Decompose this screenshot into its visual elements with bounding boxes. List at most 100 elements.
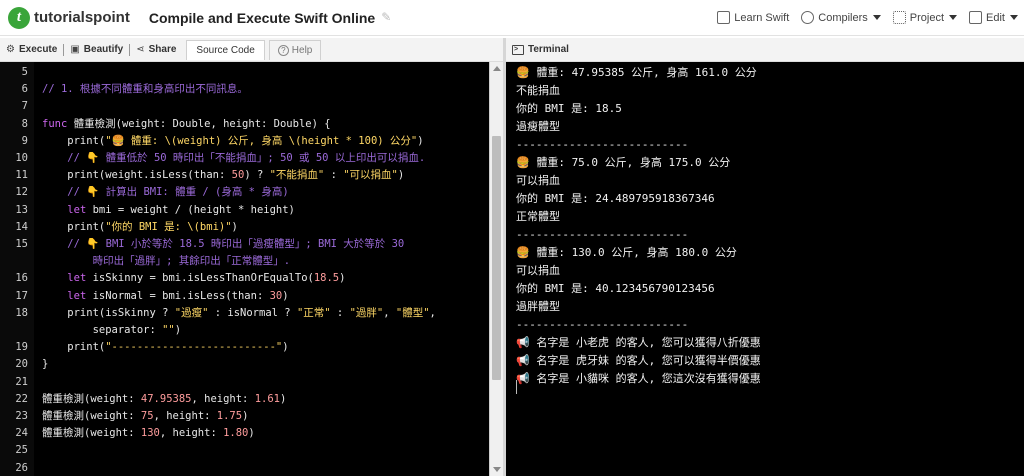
code-text: 時印出「過胖」; 其餘印出「正常體型」.: [42, 253, 290, 270]
line-number: 19: [15, 341, 28, 354]
code-text: print("你的 BMI 是: \(bmi)"): [42, 219, 238, 236]
terminal-line: --------------------------: [516, 138, 689, 151]
code-line: 7: [0, 98, 489, 115]
line-number: 11: [15, 169, 28, 182]
menu-edit[interactable]: Edit: [969, 11, 1018, 24]
code-token: ): [339, 272, 346, 285]
code-token: ): [248, 427, 255, 440]
code-line: 18 print(isSkinny ? "過瘦" : isNormal ? "正…: [0, 305, 489, 322]
code-token: 體重檢測(weight:: [42, 410, 141, 422]
code-line: 15 // 👇 BMI 小於等於 18.5 時印出「過瘦體型」; BMI 大於等…: [0, 236, 489, 253]
code-line: 21: [0, 374, 489, 391]
code-token: , height:: [191, 392, 255, 405]
code-token: , height:: [159, 427, 224, 440]
code-token: , height:: [153, 410, 217, 422]
menu-compilers-label: Compilers: [818, 11, 868, 24]
code-token: "過瘦": [174, 306, 209, 319]
code-line: 6 // 1. 根據不同體重和身高印出不同訊息。: [0, 81, 489, 98]
execute-button[interactable]: ⚙ Execute: [0, 38, 63, 62]
code-token: ): [417, 134, 424, 147]
menu-compilers[interactable]: Compilers: [801, 11, 881, 24]
scroll-up-icon[interactable]: [493, 66, 501, 71]
code-text: let bmi = weight / (height * height): [42, 202, 295, 219]
code-text: }: [42, 356, 48, 373]
code-token: ): [397, 169, 405, 182]
scroll-thumb[interactable]: [492, 136, 501, 380]
terminal-line: 🍔 體重: 130.0 公斤, 身高 180.0 公分: [516, 246, 737, 259]
code-line: 9 print("🍔 體重: \(weight) 公斤, 身高 \(height…: [0, 133, 489, 150]
menu-edit-label: Edit: [986, 11, 1005, 24]
code-token: ): [282, 289, 289, 302]
code-token: ): [231, 220, 238, 233]
terminal-line: 你的 BMI 是: 40.123456790123456: [516, 282, 715, 295]
line-number: 8: [21, 117, 28, 130]
share-icon: ⋖: [136, 44, 145, 55]
terminal-line: 🍔 體重: 75.0 公斤, 身高 175.0 公分: [516, 156, 731, 169]
editor-toolbar: ⚙ Execute ▣ Beautify ⋖ Share Source Code…: [0, 38, 503, 62]
code-token: ,: [383, 306, 396, 319]
code-line: 11 print(weight.isLess(than: 50) ? "不能捐血…: [0, 167, 489, 184]
code-token: "過胖": [349, 306, 384, 319]
code-token: 1.80: [223, 427, 249, 440]
line-number: 12: [15, 186, 28, 199]
menu-project[interactable]: Project: [892, 11, 958, 24]
code-line: 5: [0, 64, 489, 81]
line-number: 16: [15, 272, 28, 285]
gears-icon: ⚙: [6, 44, 15, 55]
editor-scrollbar[interactable]: [489, 62, 503, 476]
code-line: 19 print("--------------------------"): [0, 339, 489, 356]
code-text: print(weight.isLess(than: 50) ? "不能捐血" :…: [42, 167, 404, 184]
beautify-icon: ▣: [70, 44, 80, 55]
code-line: 13 let bmi = weight / (height * height): [0, 202, 489, 219]
code-line: 時印出「過胖」; 其餘印出「正常體型」.: [0, 253, 489, 270]
terminal-output[interactable]: 🍔 體重: 47.95385 公斤, 身高 161.0 公分 不能捐血 你的 BMI…: [506, 62, 1024, 476]
line-number: 5: [21, 66, 28, 78]
share-button[interactable]: ⋖ Share: [130, 38, 182, 62]
line-number: 18: [15, 306, 28, 319]
code-token: 30: [269, 289, 283, 302]
code-line: 8 func 體重檢測(weight: Double, height: Doubl…: [0, 116, 489, 133]
terminal-line: 可以捐血: [516, 264, 560, 277]
help-icon: ?: [277, 44, 289, 56]
terminal-line: 過瘦體型: [516, 120, 560, 133]
code-line: 14 print("你的 BMI 是: \(bmi)"): [0, 219, 489, 236]
code-token: let: [67, 203, 87, 216]
tutorialspoint-logo[interactable]: t tutorialspoint: [8, 6, 130, 29]
scroll-down-icon[interactable]: [493, 467, 501, 472]
code-token: ,: [429, 306, 436, 319]
code-token: // 1. 根據不同體重和身高印出不同訊息。: [42, 83, 248, 96]
code-editor[interactable]: 5 6 // 1. 根據不同體重和身高印出不同訊息。 7 8 func 體重檢測(weig…: [0, 62, 503, 476]
code-line: 16 let isSkinny = bmi.isLessThanOrEqualT…: [0, 270, 489, 287]
code-token: ): [282, 341, 289, 354]
code-icon: [801, 11, 815, 24]
code-token: : isNormal ?: [208, 306, 297, 319]
code-token: ): [242, 410, 249, 422]
beautify-button[interactable]: ▣ Beautify: [64, 38, 129, 62]
code-token: "體型": [395, 306, 430, 319]
code-token: ): [174, 324, 182, 336]
code-token: 體重檢測(weight:: [42, 392, 141, 405]
menu-learn-swift-label: Learn Swift: [734, 11, 790, 24]
code-text: print("--------------------------"): [42, 339, 289, 356]
line-number: 23: [15, 410, 28, 422]
share-label: Share: [148, 44, 177, 55]
code-token: 體重檢測(weight: Double, height: Double) {: [67, 117, 331, 130]
tab-source-code[interactable]: Source Code: [186, 39, 265, 60]
help-button[interactable]: ? Help: [268, 39, 322, 60]
code-token: :: [330, 306, 350, 319]
terminal-icon: >: [512, 44, 524, 55]
menu-learn-swift[interactable]: Learn Swift: [717, 11, 789, 24]
line-number: 22: [15, 392, 28, 405]
code-token: 1.75: [216, 410, 243, 422]
code-token: separator:: [42, 324, 163, 336]
code-line: 24 體重檢測(weight: 130, height: 1.80): [0, 425, 489, 442]
terminal-line: 可以捐血: [516, 174, 560, 187]
code-token: 50: [231, 169, 245, 182]
code-token: "": [162, 324, 175, 336]
edit-title-icon[interactable]: ✎: [381, 11, 394, 24]
help-label: Help: [291, 44, 313, 56]
code-line: 17 let isNormal = bmi.isLess(than: 30): [0, 288, 489, 305]
line-number: 21: [15, 375, 28, 388]
